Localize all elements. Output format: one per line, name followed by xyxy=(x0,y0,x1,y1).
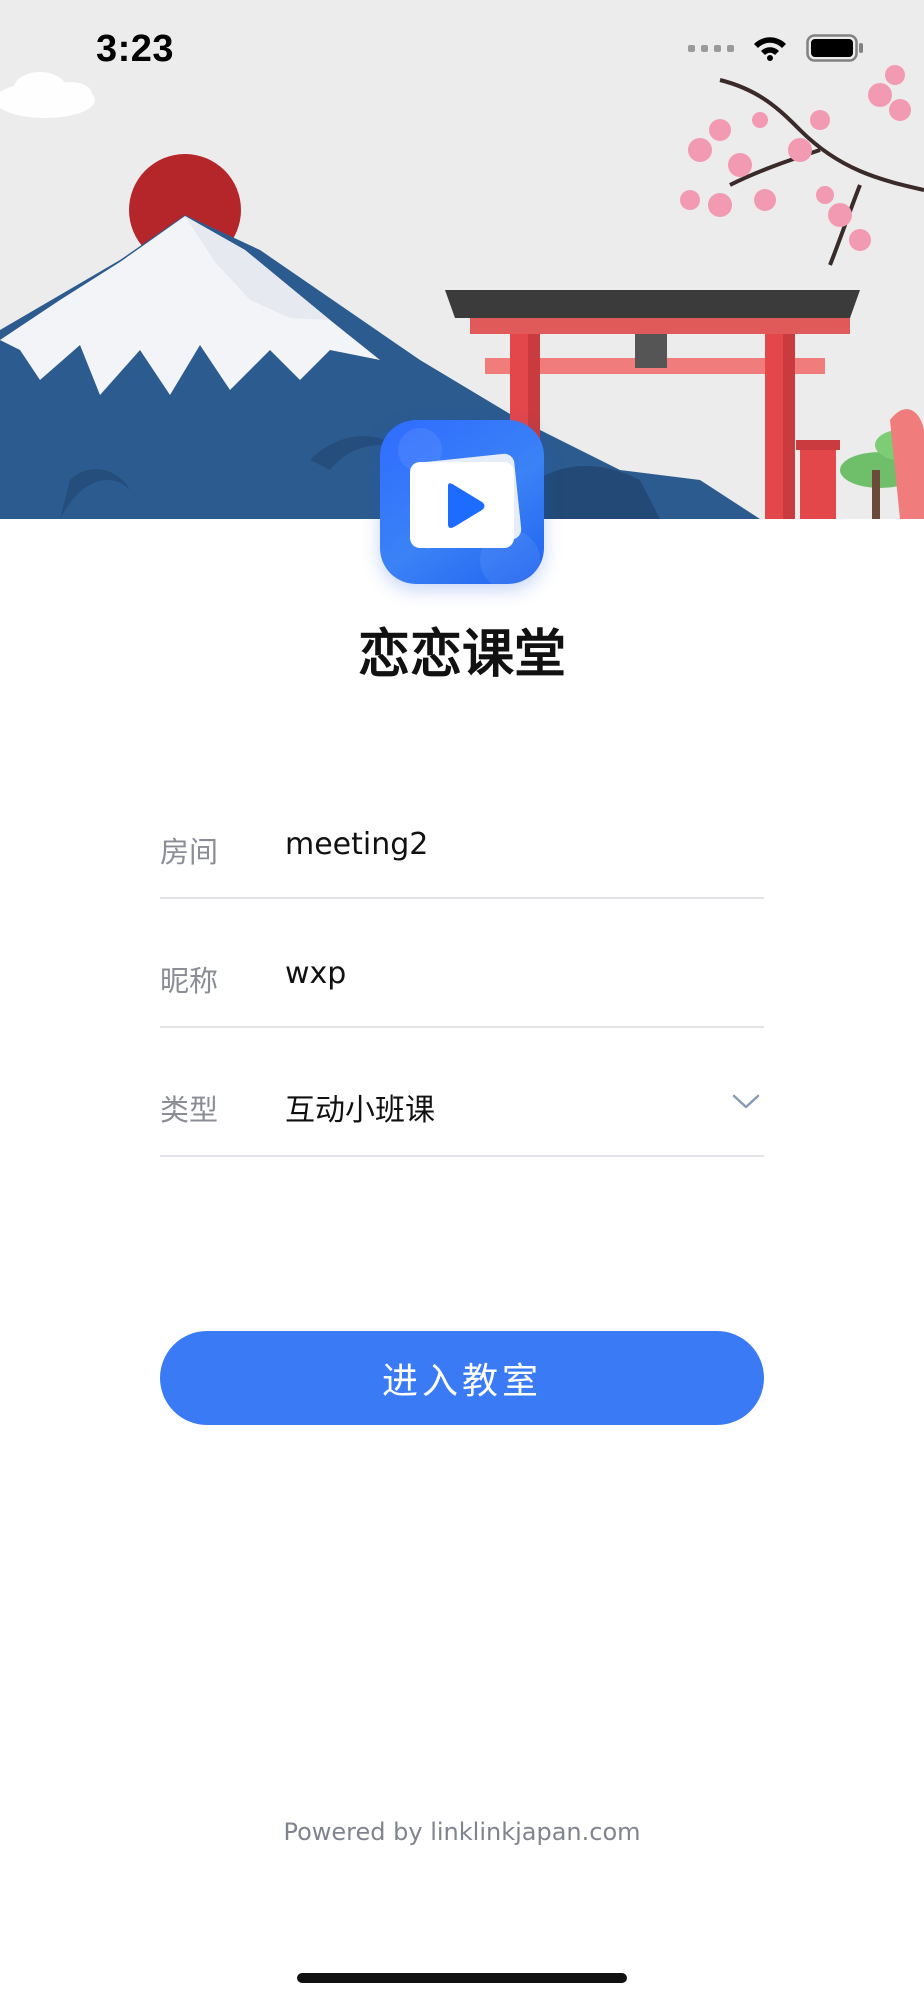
nickname-label: 昵称 xyxy=(160,964,219,998)
type-selected-value[interactable]: 互动小班课 xyxy=(285,1085,705,1129)
app-title: 恋恋课堂 xyxy=(357,625,566,685)
app-play-icon xyxy=(398,428,540,584)
type-select[interactable]: 类型 互动小班课 xyxy=(160,1055,764,1157)
home-indicator[interactable] xyxy=(297,1973,627,1983)
room-input[interactable] xyxy=(285,827,705,862)
type-label: 类型 xyxy=(160,1093,219,1127)
wifi-icon xyxy=(754,37,786,61)
nickname-row: 昵称 xyxy=(160,926,764,1028)
room-row: 房间 xyxy=(160,797,764,899)
status-bar: 3:23 xyxy=(0,0,924,100)
nickname-input[interactable] xyxy=(285,956,705,991)
enter-classroom-button[interactable]: 进入教室 xyxy=(160,1331,764,1425)
room-label: 房间 xyxy=(160,835,219,869)
powered-by-text: Powered by linklinkjapan.com xyxy=(283,1818,641,1846)
status-time: 3:23 xyxy=(96,28,175,70)
app-logo xyxy=(380,420,544,584)
status-indicators xyxy=(688,34,864,62)
battery-icon xyxy=(806,34,863,62)
cellular-signal-icon xyxy=(688,44,734,52)
chevron-down-icon[interactable] xyxy=(732,1093,760,1111)
